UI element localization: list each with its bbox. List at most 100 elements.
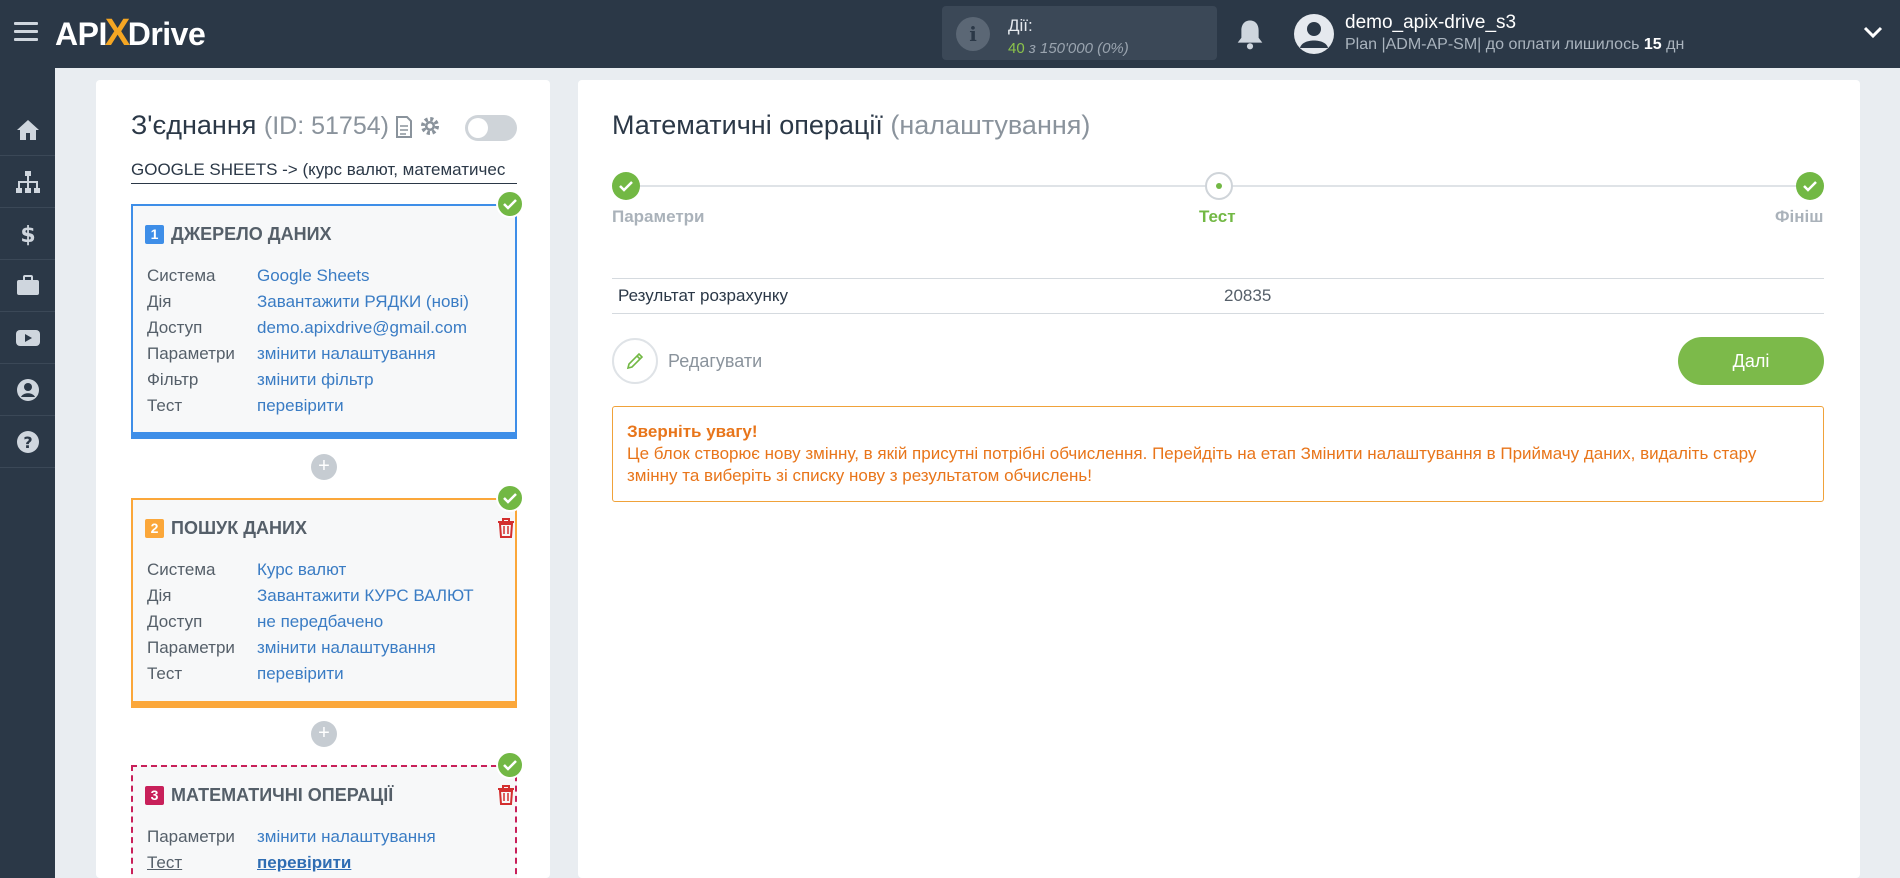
connection-name-field[interactable]: GOOGLE SHEETS -> (курс валют, математиче… xyxy=(131,160,517,184)
help-icon: ? xyxy=(16,430,39,453)
sidebar-item-home[interactable] xyxy=(0,104,55,156)
block-row-access: Доступ demo.apixdrive@gmail.com xyxy=(147,318,469,344)
connection-title: З'єднання (ID: 51754) xyxy=(131,110,389,141)
user-name[interactable]: demo_apix-drive_s3 xyxy=(1345,12,1516,34)
step-test-dot[interactable] xyxy=(1205,172,1233,200)
toggle-knob xyxy=(468,118,488,138)
row-value-link[interactable]: не передбачено xyxy=(257,612,383,638)
chevron-down-icon[interactable] xyxy=(1862,24,1884,40)
row-label: Система xyxy=(147,560,216,579)
block-row-system: Система Google Sheets xyxy=(147,266,469,292)
row-label: Дія xyxy=(147,586,172,605)
page-title: Математичні операції (налаштування) xyxy=(612,110,1090,141)
sidebar-item-help[interactable]: ? xyxy=(0,416,55,468)
row-value-link[interactable]: Завантажити КУРС ВАЛЮТ xyxy=(257,586,474,612)
connection-toggle[interactable] xyxy=(465,115,517,141)
row-value-link[interactable]: змінити налаштування xyxy=(257,638,436,664)
user-icon xyxy=(16,378,39,401)
add-block-button[interactable]: + xyxy=(311,721,337,747)
dollar-icon: $ xyxy=(20,223,35,247)
info-icon: i xyxy=(956,17,990,51)
result-label: Результат розрахунку xyxy=(618,286,788,305)
briefcase-icon xyxy=(16,274,39,295)
logo-x-text: X xyxy=(104,12,130,54)
row-label: Доступ xyxy=(147,318,203,337)
sidebar-item-billing[interactable]: $ xyxy=(0,208,55,260)
sidebar-item-video[interactable] xyxy=(0,312,55,364)
row-label: Тест xyxy=(147,664,183,683)
block-row-action: Дія Завантажити КУРС ВАЛЮТ xyxy=(147,586,474,612)
youtube-icon xyxy=(15,329,40,346)
row-value-link[interactable]: змінити налаштування xyxy=(257,827,436,853)
row-label: Параметри xyxy=(147,344,235,363)
logo-api-text: API xyxy=(55,16,107,52)
step-finish-label[interactable]: Фініш xyxy=(1775,207,1823,227)
row-value-link[interactable]: перевірити xyxy=(257,853,351,878)
logo-drive-text: Drive xyxy=(127,16,206,52)
actions-value: 40 з 150'000 (0%) xyxy=(1008,40,1129,57)
row-value-link[interactable]: змінити фільтр xyxy=(257,370,374,396)
source-block: 1 ДЖЕРЕЛО ДАНИХ Система Google Sheets Дія З… xyxy=(131,204,517,439)
row-value-link[interactable]: Завантажити РЯДКИ (нові) xyxy=(257,292,469,318)
check-circle-icon xyxy=(496,190,524,218)
plan-days-unit: дн xyxy=(1666,36,1685,53)
row-label: Тест xyxy=(147,853,183,872)
bell-icon[interactable] xyxy=(1235,18,1265,50)
svg-text:?: ? xyxy=(23,433,32,452)
row-value-link[interactable]: змінити налаштування xyxy=(257,344,436,370)
block-row-filter: Фільтр змінити фільтр xyxy=(147,370,469,396)
warning-title: Зверніть увагу! xyxy=(627,422,758,441)
block-row-access: Доступ не передбачено xyxy=(147,612,474,638)
connection-panel: З'єднання (ID: 51754) GOOGLE SHEETS -> (… xyxy=(96,80,550,878)
gear-icon[interactable] xyxy=(419,115,441,137)
row-label: Параметри xyxy=(147,638,235,657)
check-circle-icon xyxy=(496,484,524,512)
actions-label: Дії: xyxy=(1008,16,1033,35)
sidebar-item-connections[interactable] xyxy=(0,156,55,208)
settings-panel: Математичні операції (налаштування) Пара… xyxy=(578,80,1860,878)
row-label: Доступ xyxy=(147,612,203,631)
row-value-link[interactable]: перевірити xyxy=(257,664,344,690)
next-button[interactable]: Далі xyxy=(1678,337,1824,385)
sidebar-item-services[interactable] xyxy=(0,260,55,312)
row-label: Тест xyxy=(147,396,183,415)
result-row: Результат розрахунку 20835 xyxy=(612,278,1824,314)
block-row-action: Дія Завантажити РЯДКИ (нові) xyxy=(147,292,469,318)
pencil-icon xyxy=(612,338,658,384)
apix-drive-logo[interactable]: APIXDrive xyxy=(55,12,206,54)
document-icon[interactable] xyxy=(395,116,413,138)
step-finish-dot[interactable] xyxy=(1796,172,1824,200)
step-test-label[interactable]: Тест xyxy=(1199,207,1236,227)
block-title: МАТЕМАТИЧНІ ОПЕРАЦІЇ xyxy=(171,785,394,805)
block-row-system: Система Курс валют xyxy=(147,560,474,586)
result-value: 20835 xyxy=(1224,286,1272,305)
actions-counter[interactable]: i Дії: 40 з 150'000 (0%) xyxy=(942,6,1217,60)
warning-notice: Зверніть увагу! Це блок створює нову змі… xyxy=(612,406,1824,502)
row-label: Система xyxy=(147,266,216,285)
actions-used: 40 xyxy=(1008,40,1025,57)
trash-icon[interactable] xyxy=(497,518,515,538)
row-value-link[interactable]: Курс валют xyxy=(257,560,346,586)
row-value-link[interactable]: Google Sheets xyxy=(257,266,369,292)
step-parameters-dot[interactable] xyxy=(612,172,640,200)
edit-button[interactable]: Редагувати xyxy=(612,338,762,384)
row-value-link[interactable]: перевірити xyxy=(257,396,344,422)
block-row-params: Параметри змінити налаштування xyxy=(147,344,469,370)
trash-icon[interactable] xyxy=(497,785,515,805)
user-plan: Plan |ADM-AP-SM| до оплати лишилось 15 д… xyxy=(1345,36,1684,54)
row-label: Параметри xyxy=(147,827,235,846)
actions-percent: (0%) xyxy=(1097,40,1129,57)
hamburger-menu-icon[interactable] xyxy=(14,22,38,42)
edit-label: Редагувати xyxy=(668,350,763,371)
add-block-button[interactable]: + xyxy=(311,454,337,480)
sidebar: $ ? xyxy=(0,68,55,878)
block-number: 1 xyxy=(145,225,164,244)
sidebar-item-profile[interactable] xyxy=(0,364,55,416)
step-parameters-label[interactable]: Параметри xyxy=(612,207,704,227)
block-header: 1 ДЖЕРЕЛО ДАНИХ xyxy=(145,224,332,245)
connection-title-text: З'єднання xyxy=(131,110,257,140)
row-value-link[interactable]: demo.apixdrive@gmail.com xyxy=(257,318,467,344)
check-circle-icon xyxy=(496,751,524,779)
avatar[interactable] xyxy=(1294,14,1334,54)
svg-text:$: $ xyxy=(20,223,35,247)
